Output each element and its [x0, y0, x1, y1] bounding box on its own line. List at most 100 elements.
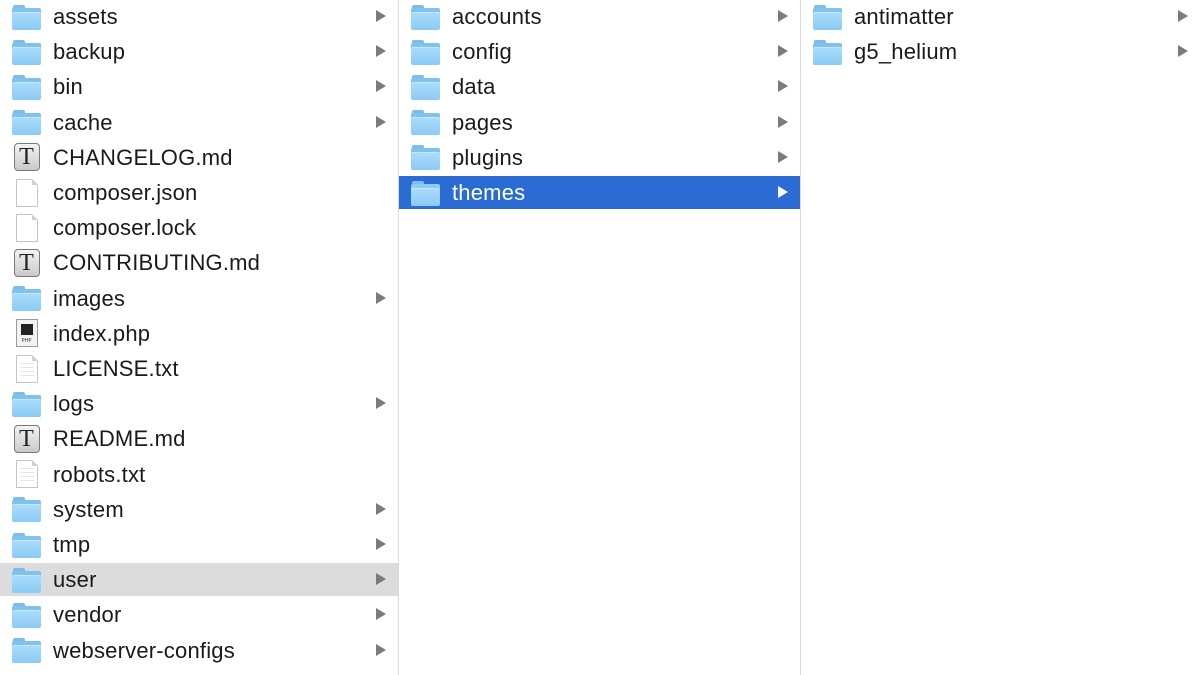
row-readme-md[interactable]: T README.md — [0, 422, 398, 455]
item-label: antimatter — [854, 4, 954, 29]
item-label: CHANGELOG.md — [53, 144, 233, 170]
item-label: logs — [53, 391, 95, 417]
disclosure-arrow-icon — [778, 115, 788, 128]
row-assets[interactable]: assets — [0, 0, 398, 33]
row-composer-lock[interactable]: composer.lock — [0, 211, 398, 244]
item-label: accounts — [452, 4, 542, 29]
item-label: pages — [452, 109, 513, 135]
item-label: robots.txt — [53, 461, 146, 487]
disclosure-arrow-icon — [376, 538, 386, 550]
item-label: data — [452, 74, 496, 100]
text-document-icon: T — [12, 248, 41, 277]
disclosure-arrow-icon — [376, 608, 386, 621]
document-icon — [12, 213, 41, 242]
row-vendor[interactable]: vendor — [0, 598, 398, 631]
row-g5-helium[interactable]: g5_helium — [801, 35, 1200, 68]
folder-icon — [12, 389, 41, 418]
disclosure-arrow-icon — [376, 397, 386, 410]
folder-icon — [813, 37, 842, 66]
item-label: backup — [53, 39, 126, 65]
disclosure-arrow-icon — [778, 10, 788, 22]
folder-icon — [12, 636, 41, 665]
disclosure-arrow-icon — [778, 150, 788, 163]
folder-icon — [12, 2, 41, 31]
row-contributing-md[interactable]: T CONTRIBUTING.md — [0, 246, 398, 279]
column-1[interactable]: assets backup bin cache T CHANGELOG.md compose… — [0, 0, 399, 675]
disclosure-arrow-icon — [376, 45, 386, 58]
disclosure-arrow-icon — [376, 573, 386, 586]
disclosure-arrow-icon — [376, 502, 386, 515]
text-document-icon: T — [12, 424, 41, 453]
disclosure-arrow-icon — [778, 80, 788, 93]
php-file-icon: PHP — [12, 319, 41, 348]
item-label: g5_helium — [854, 39, 958, 65]
item-label: assets — [53, 4, 118, 29]
folder-icon — [12, 37, 41, 66]
disclosure-arrow-icon — [376, 10, 386, 22]
disclosure-arrow-icon — [376, 115, 386, 128]
item-label: cache — [53, 109, 113, 135]
row-license-txt[interactable]: LICENSE.txt — [0, 352, 398, 385]
text-document-icon: T — [12, 143, 41, 172]
folder-icon — [12, 565, 41, 594]
item-label: webserver-configs — [53, 637, 235, 663]
row-data[interactable]: data — [399, 70, 800, 103]
folder-icon — [12, 600, 41, 629]
folder-icon — [411, 108, 440, 137]
row-backup[interactable]: backup — [0, 35, 398, 68]
folder-icon — [12, 530, 41, 559]
disclosure-arrow-icon — [778, 186, 788, 198]
item-label: LICENSE.txt — [53, 356, 179, 381]
row-system[interactable]: system — [0, 493, 398, 526]
folder-icon — [411, 2, 440, 31]
item-label: images — [53, 285, 126, 311]
row-plugins[interactable]: plugins — [399, 141, 800, 174]
folder-icon — [411, 143, 440, 172]
row-robots-txt[interactable]: robots.txt — [0, 458, 398, 491]
row-accounts[interactable]: accounts — [399, 0, 800, 33]
disclosure-arrow-icon — [376, 291, 386, 304]
folder-icon — [411, 37, 440, 66]
item-label: user — [53, 567, 97, 593]
folder-icon — [12, 72, 41, 101]
row-bin[interactable]: bin — [0, 70, 398, 103]
item-label: bin — [53, 74, 83, 100]
row-composer-json[interactable]: composer.json — [0, 176, 398, 209]
row-config[interactable]: config — [399, 35, 800, 68]
folder-icon — [813, 2, 842, 31]
text-file-icon — [12, 460, 41, 489]
disclosure-arrow-icon — [1178, 45, 1188, 58]
item-label: config — [452, 39, 512, 65]
row-webserver-configs[interactable]: webserver-configs — [0, 634, 398, 667]
item-label: CONTRIBUTING.md — [53, 250, 261, 276]
item-label: composer.lock — [53, 215, 197, 241]
text-file-icon — [12, 354, 41, 383]
column-3[interactable]: antimatter g5_helium — [801, 0, 1200, 675]
folder-icon — [12, 108, 41, 137]
row-logs[interactable]: logs — [0, 387, 398, 420]
item-label: vendor — [53, 602, 122, 628]
row-pages[interactable]: pages — [399, 106, 800, 139]
row-themes[interactable]: themes — [399, 176, 800, 209]
disclosure-arrow-icon — [376, 80, 386, 93]
row-cache[interactable]: cache — [0, 106, 398, 139]
row-antimatter[interactable]: antimatter — [801, 0, 1200, 33]
item-label: README.md — [53, 426, 186, 452]
folder-icon — [411, 72, 440, 101]
column-2[interactable]: accounts config data pages plugins themes — [399, 0, 801, 675]
document-icon — [12, 178, 41, 207]
item-label: index.php — [53, 320, 151, 346]
finder-column-browser: assets backup bin cache T CHANGELOG.md compose… — [0, 0, 1200, 675]
folder-icon — [12, 284, 41, 313]
row-user[interactable]: user — [0, 563, 398, 597]
folder-icon — [12, 495, 41, 524]
row-tmp[interactable]: tmp — [0, 528, 398, 561]
item-label: tmp — [53, 532, 91, 557]
disclosure-arrow-icon — [376, 643, 386, 656]
row-changelog-md[interactable]: T CHANGELOG.md — [0, 141, 398, 174]
item-label: composer.json — [53, 180, 198, 205]
item-label: themes — [452, 180, 526, 205]
disclosure-arrow-icon — [778, 45, 788, 58]
row-index-php[interactable]: PHP index.php — [0, 317, 398, 350]
row-images[interactable]: images — [0, 282, 398, 315]
